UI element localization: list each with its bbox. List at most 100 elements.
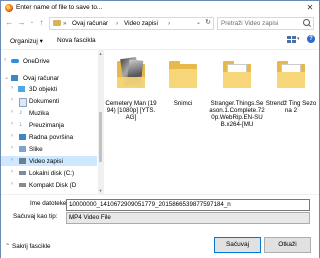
collapse-chevron-icon: ⌃ — [5, 243, 11, 250]
new-folder-button[interactable]: Nova fascikla — [57, 37, 96, 44]
sidebar-item-downloads[interactable]: › ↓ Preuzimanja — [1, 120, 97, 130]
sidebar-item-label: Lokalni disk (C:) — [29, 170, 75, 177]
breadcrumb-this-pc[interactable]: Ovaj računar — [72, 20, 108, 27]
address-row: ← → ⌄ ↑ » Ovaj računar › Video zapisi › … — [1, 15, 319, 31]
sidebar-item-label: Muzika — [29, 110, 49, 117]
scrollbar-thumb[interactable] — [99, 112, 102, 162]
computer-icon — [11, 75, 18, 81]
expand-chevron-icon[interactable]: › — [11, 145, 13, 151]
sidebar-item-documents[interactable]: › Dokumenti — [1, 96, 97, 107]
download-icon: ↓ — [19, 121, 23, 128]
back-arrow-icon[interactable]: ← — [5, 18, 14, 27]
forward-arrow-icon[interactable]: → — [17, 18, 26, 27]
expand-chevron-icon[interactable]: › — [11, 97, 13, 103]
hide-folders-label: Sakrij fascikle — [12, 243, 51, 250]
sidebar-item-label: Dokumenti — [29, 98, 60, 105]
search-icon — [303, 19, 310, 26]
breadcrumb-separator[interactable]: › — [116, 20, 118, 27]
recent-dropdown-icon[interactable]: ⌄ — [29, 18, 35, 27]
cloud-icon — [11, 59, 19, 63]
dialog-title: Enter name of file to save to... — [16, 4, 103, 11]
navigation-pane: › OneDrive ⌄ Ovaj računar › 3D objekti ›… — [1, 50, 104, 194]
up-arrow-icon[interactable]: ↑ — [37, 18, 46, 27]
collapse-chevron-icon[interactable]: ⌄ — [4, 74, 9, 81]
folder-name: Strendž Ting Sezona 2 — [265, 100, 317, 114]
folder-item[interactable]: Strendž Ting Sezona 2 — [265, 56, 317, 136]
sidebar-item-videos[interactable]: › Video zapisi — [1, 156, 97, 166]
address-bar[interactable]: » Ovaj računar › Video zapisi › ⌄ ↻ — [49, 17, 214, 30]
sidebar-item-3d-objects[interactable]: › 3D objekti — [1, 84, 97, 94]
expand-chevron-icon[interactable]: › — [11, 121, 13, 127]
refresh-icon[interactable]: ↻ — [205, 18, 211, 26]
folder-icon — [53, 20, 61, 26]
cancel-button[interactable]: Otkaži — [264, 237, 311, 253]
cube-icon — [18, 86, 25, 92]
folder-item[interactable]: Stranger.Things.Season.1.Complete.720p.W… — [209, 56, 265, 136]
expand-chevron-icon[interactable]: › — [11, 181, 13, 187]
sidebar-item-label: 3D objekti — [29, 86, 58, 93]
toolbar: Organizuj ▾ Nova fascikla ▾ ? — [1, 32, 319, 50]
folder-with-image-icon — [113, 57, 149, 94]
folder-name: Stranger.Things.Season.1.Complete.720p.W… — [209, 100, 265, 128]
view-options-icon[interactable]: ▾ — [287, 36, 300, 44]
sidebar-item-label: Video zapisi — [29, 158, 63, 165]
folder-name: Cemetery Man (1994) [1080p] [YTS.AG] — [105, 100, 157, 121]
hide-folders-toggle[interactable]: ⌃ Sakrij fascikle — [5, 243, 51, 250]
music-icon: ♪ — [19, 109, 23, 116]
save-dialog: Enter name of file to save to... ✕ ← → ⌄… — [0, 0, 320, 258]
folder-name: Snimci — [173, 100, 193, 107]
sidebar-scrollbar[interactable]: ▲ ▼ — [98, 50, 103, 194]
breadcrumb-overflow[interactable]: » — [63, 20, 67, 27]
expand-chevron-icon[interactable]: › — [11, 133, 13, 139]
filename-dropdown-icon[interactable]: ⌄ — [69, 201, 307, 208]
filetype-dropdown-icon[interactable]: ⌄ — [69, 214, 307, 221]
sidebar-item-music[interactable]: › ♪ Muzika — [1, 108, 97, 118]
folder-with-files-icon — [273, 58, 309, 94]
sidebar-item-desktop[interactable]: › Radna površina — [1, 132, 97, 142]
drive-icon — [19, 171, 26, 175]
expand-chevron-icon[interactable]: › — [11, 85, 13, 91]
app-icon — [5, 4, 13, 12]
sidebar-item-onedrive[interactable]: › OneDrive — [1, 56, 97, 66]
breadcrumb-videos[interactable]: Video zapisi — [124, 20, 158, 27]
filetype-label: Sačuvaj kao tip: — [13, 213, 58, 220]
pictures-icon — [19, 146, 26, 152]
close-icon[interactable]: ✕ — [304, 3, 316, 13]
sidebar-item-label: Ovaj računar — [23, 75, 60, 82]
filename-field[interactable]: 10000000_1410672909051779_20158665398775… — [66, 199, 310, 211]
folder-with-files-icon — [219, 58, 255, 94]
save-button[interactable]: Sačuvaj — [214, 237, 261, 253]
folder-item[interactable]: Snimci — [157, 56, 209, 136]
dialog-footer: Ime datoteke: 10000000_1410672909051779_… — [1, 194, 319, 258]
sidebar-item-label: Slike — [29, 146, 43, 153]
folder-item[interactable]: Cemetery Man (1994) [1080p] [YTS.AG] — [105, 56, 157, 136]
scroll-up-icon[interactable]: ▲ — [98, 51, 103, 56]
sidebar-item-cd-drive[interactable]: › Kompakt Disk (D — [1, 180, 97, 190]
expand-chevron-icon[interactable]: › — [11, 169, 13, 175]
desktop-icon — [19, 134, 26, 140]
scroll-down-icon[interactable]: ▼ — [98, 188, 103, 193]
sidebar-item-this-pc[interactable]: ⌄ Ovaj računar — [1, 73, 97, 83]
breadcrumb-separator-end[interactable]: › — [168, 20, 170, 27]
video-icon — [19, 158, 26, 164]
title-bar: Enter name of file to save to... ✕ — [1, 1, 319, 15]
filetype-select[interactable]: MP4 Video File ⌄ — [66, 212, 310, 224]
documents-icon — [19, 98, 27, 107]
file-list: Cemetery Man (1994) [1080p] [YTS.AG] Sni… — [105, 50, 317, 194]
filename-label: Ime datoteke: — [30, 200, 69, 207]
expand-chevron-icon[interactable]: › — [11, 109, 13, 115]
cd-icon — [19, 183, 26, 187]
address-dropdown-icon[interactable]: ⌄ — [196, 19, 201, 26]
sidebar-item-pictures[interactable]: › Slike — [1, 144, 97, 154]
search-placeholder: Pretraži Video zapisi — [221, 20, 279, 27]
organize-button[interactable]: Organizuj ▾ — [10, 37, 43, 45]
sidebar-item-local-disk[interactable]: › Lokalni disk (C:) — [1, 168, 97, 178]
sidebar-item-label: Radna površina — [29, 134, 74, 141]
folder-icon — [165, 58, 201, 94]
help-icon[interactable]: ? — [307, 35, 315, 43]
expand-chevron-icon[interactable]: › — [4, 57, 6, 63]
expand-chevron-icon[interactable]: › — [11, 157, 13, 163]
sidebar-item-label: OneDrive — [23, 58, 50, 65]
search-input[interactable]: Pretraži Video zapisi — [217, 17, 314, 30]
sidebar-item-label: Preuzimanja — [29, 122, 64, 129]
